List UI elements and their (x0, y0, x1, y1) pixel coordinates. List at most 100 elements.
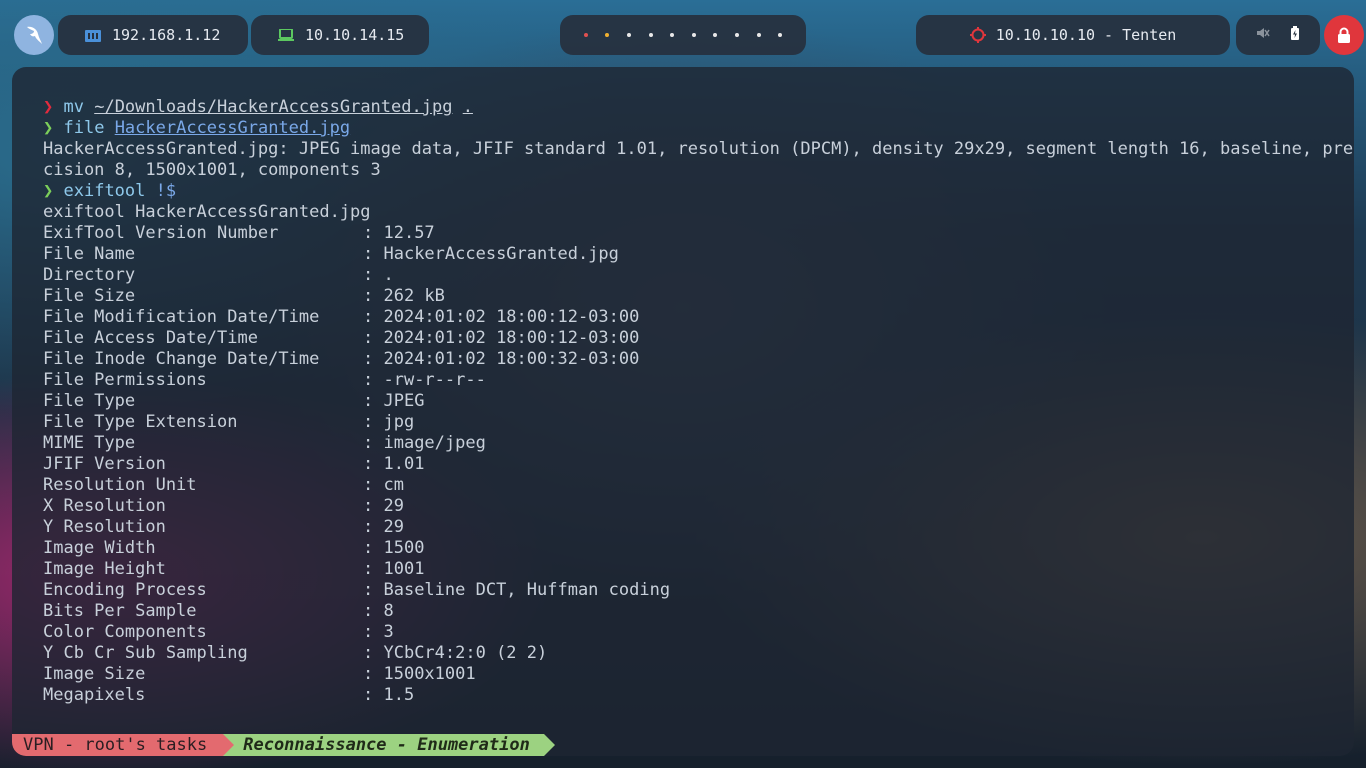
vpn-ip-text: 10.10.14.15 (305, 26, 405, 44)
workspace-dot[interactable] (648, 33, 653, 37)
exif-separator: : (363, 622, 384, 642)
exif-separator: : (363, 685, 384, 705)
workspace-dot[interactable] (778, 33, 783, 37)
exif-row: Image Size: 1500x1001 (43, 664, 1330, 685)
exif-key: Image Size (43, 664, 146, 684)
volume-muted-icon[interactable] (1256, 26, 1270, 44)
exif-row: File Access Date/Time: 2024:01:02 18:00:… (43, 328, 1330, 349)
exif-key: Y Cb Cr Sub Sampling (43, 643, 248, 663)
exif-row: File Size: 262 kB (43, 286, 1330, 307)
workspace-switcher[interactable] (560, 15, 806, 55)
output-line: HackerAccessGranted.jpg: JPEG image data… (43, 139, 1354, 159)
exif-key: Color Components (43, 622, 207, 642)
exif-row: Y Resolution: 29 (43, 517, 1330, 538)
exif-value: 1001 (383, 559, 425, 579)
exif-value: JPEG (383, 391, 425, 411)
tmux-window-label[interactable]: Reconnaissance - Enumeration (223, 734, 555, 756)
tmux-session-label[interactable]: VPN - root's tasks (12, 734, 235, 756)
exif-key: MIME Type (43, 433, 136, 453)
exif-separator: : (363, 370, 384, 390)
exif-separator: : (363, 433, 384, 453)
exif-separator: : (363, 265, 384, 285)
exif-key: File Type Extension (43, 412, 238, 432)
exif-value: 2024:01:02 18:00:12-03:00 (383, 307, 640, 327)
command-argument[interactable]: ~/Downloads/HackerAccessGranted.jpg (94, 97, 452, 117)
exif-key: JFIF Version (43, 454, 166, 474)
laptop-icon (277, 26, 295, 44)
command-name: mv (63, 97, 95, 117)
exif-value: 1.5 (383, 685, 415, 705)
workspace-dot[interactable] (626, 33, 631, 37)
workspace-dot[interactable] (756, 33, 761, 37)
exif-row: File Type: JPEG (43, 391, 1330, 412)
exif-row: Bits Per Sample: 8 (43, 601, 1330, 622)
exif-separator: : (363, 559, 384, 579)
exif-row: Y Cb Cr Sub Sampling: YCbCr4:2:0 (2 2) (43, 643, 1330, 664)
exif-row: MIME Type: image/jpeg (43, 433, 1330, 454)
exif-row: ExifTool Version Number: 12.57 (43, 223, 1330, 244)
command-argument[interactable]: . (463, 97, 473, 117)
exif-row: X Resolution: 29 (43, 496, 1330, 517)
exif-value: 3 (383, 622, 394, 642)
exif-separator: : (363, 307, 384, 327)
host-ip-text: 192.168.1.12 (112, 26, 221, 44)
exif-key: ExifTool Version Number (43, 223, 279, 243)
prompt-success-icon: ❯ (43, 118, 54, 138)
exif-row: File Modification Date/Time: 2024:01:02 … (43, 307, 1330, 328)
tmux-status-bar: VPN - root's tasks Reconnaissance - Enum… (12, 734, 555, 756)
host-ip-widget[interactable]: 192.168.1.12 (58, 15, 248, 55)
command-argument[interactable]: HackerAccessGranted.jpg (115, 118, 350, 138)
exif-separator: : (363, 286, 384, 306)
exif-separator: : (363, 517, 384, 537)
workspace-dot[interactable] (691, 33, 696, 37)
exif-separator: : (363, 643, 384, 663)
prompt-success-icon: ❯ (43, 181, 54, 201)
command-argument (452, 97, 462, 117)
command-name: exiftool (63, 181, 156, 201)
exif-value: 29 (383, 517, 404, 537)
exif-value: 12.57 (383, 223, 435, 243)
target-widget[interactable]: 10.10.10.10 - Tenten (916, 15, 1230, 55)
exif-value: -rw-r--r-- (383, 370, 486, 390)
target-text: 10.10.10.10 - Tenten (995, 26, 1177, 44)
workspace-dot[interactable] (605, 33, 610, 37)
exif-value: 262 kB (383, 286, 445, 306)
exif-row: Color Components: 3 (43, 622, 1330, 643)
workspace-dot[interactable] (583, 33, 588, 37)
exif-key: File Size (43, 286, 136, 306)
exif-separator: : (363, 538, 384, 558)
output-line: exiftool HackerAccessGranted.jpg (43, 202, 371, 222)
output-line: cision 8, 1500x1001, components 3 (43, 160, 381, 180)
command-argument: !$ (155, 181, 177, 201)
lock-screen-button[interactable] (1324, 15, 1364, 55)
battery-icon[interactable] (1290, 26, 1300, 44)
exif-value: Baseline DCT, Huffman coding (383, 580, 671, 600)
target-crosshair-icon (969, 27, 986, 43)
exif-value: cm (383, 475, 404, 495)
exif-key: File Name (43, 244, 136, 264)
workspace-dot[interactable] (670, 33, 675, 37)
vpn-ip-widget[interactable]: 10.10.14.15 (251, 15, 429, 55)
exif-value: 29 (383, 496, 404, 516)
exif-separator: : (363, 349, 384, 369)
exif-value: HackerAccessGranted.jpg (383, 244, 619, 264)
exif-key: Encoding Process (43, 580, 207, 600)
exif-row: JFIF Version: 1.01 (43, 454, 1330, 475)
workspace-dot[interactable] (735, 33, 739, 37)
exif-separator: : (363, 391, 384, 411)
exif-key: File Inode Change Date/Time (43, 349, 320, 369)
exif-separator: : (363, 454, 384, 474)
network-icon (84, 26, 102, 44)
lock-icon (1338, 27, 1350, 43)
exif-key: File Access Date/Time (43, 328, 258, 348)
workspace-dot[interactable] (713, 33, 718, 37)
exif-key: Directory (43, 265, 136, 285)
exif-key: Image Width (43, 538, 156, 558)
exif-key: Megapixels (43, 685, 146, 705)
exif-value: jpg (383, 412, 415, 432)
kali-menu-button[interactable] (14, 15, 54, 55)
terminal-window[interactable]: ❯ mv ~/Downloads/HackerAccessGranted.jpg… (12, 67, 1354, 756)
terminal-output: ❯ mv ~/Downloads/HackerAccessGranted.jpg… (43, 97, 1354, 706)
exif-row: Resolution Unit: cm (43, 475, 1330, 496)
exif-key: File Permissions (43, 370, 207, 390)
